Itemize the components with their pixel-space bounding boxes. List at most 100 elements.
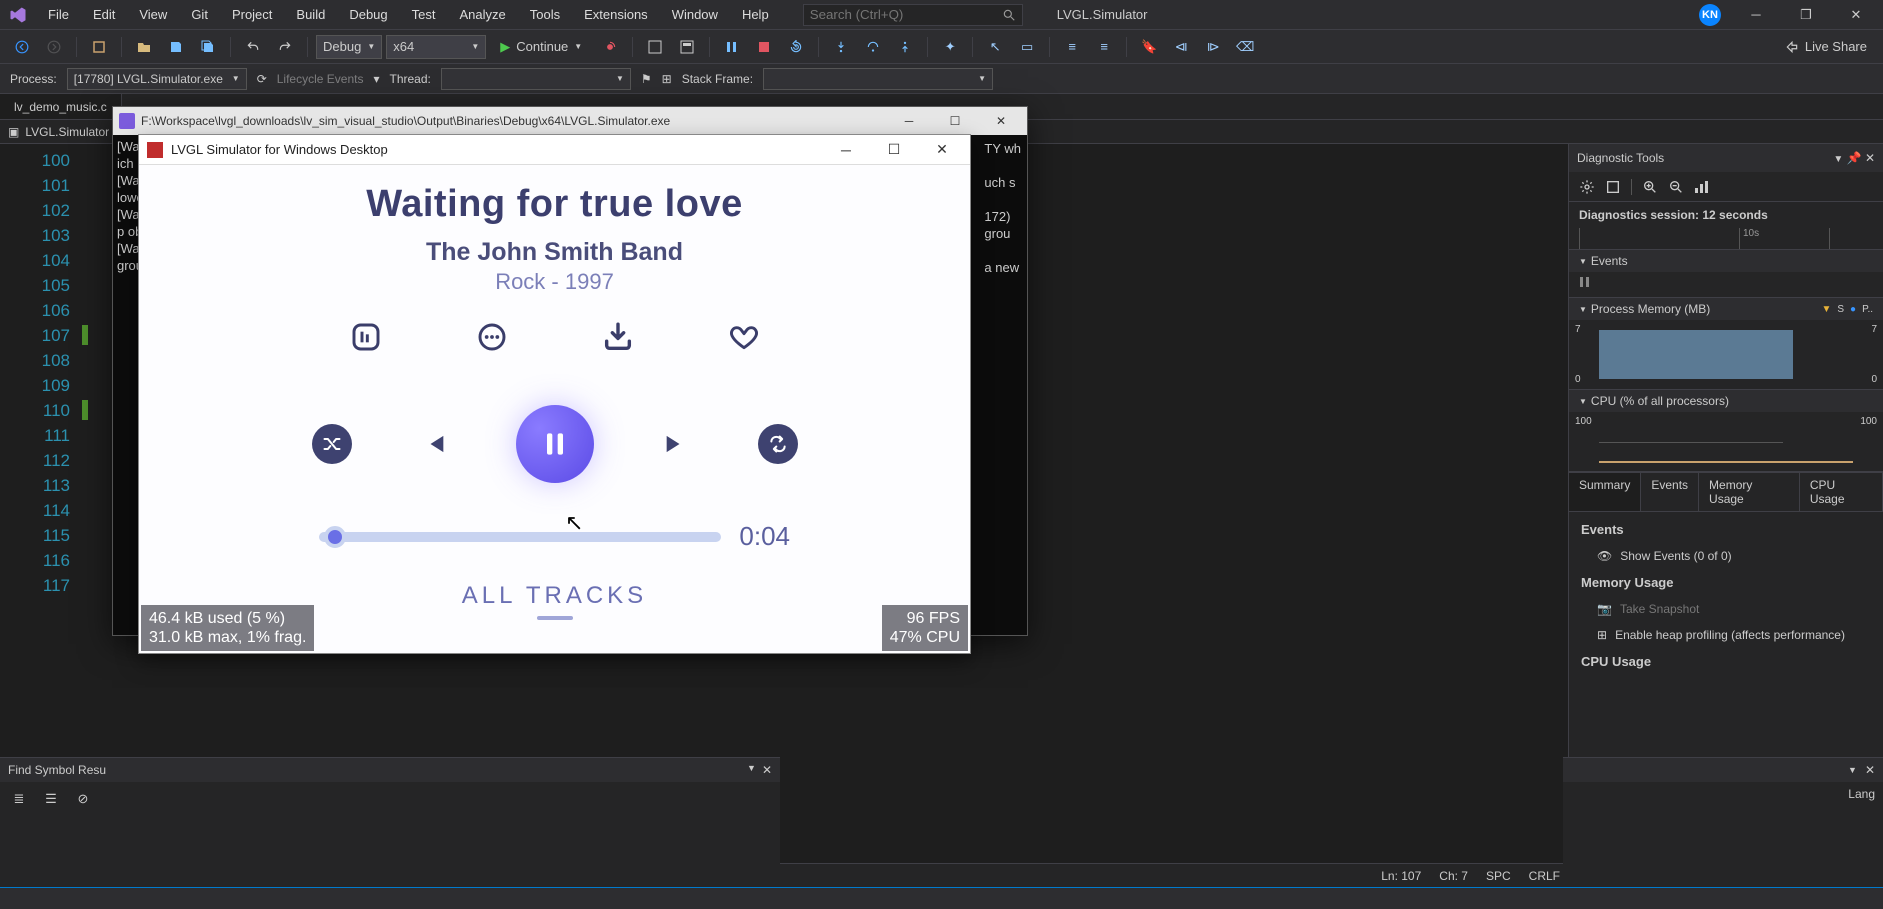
- shuffle-button[interactable]: [312, 424, 352, 464]
- menu-help[interactable]: Help: [732, 3, 779, 26]
- lifecycle-icon[interactable]: ⟳: [257, 72, 267, 86]
- diag-dropdown-icon[interactable]: ▼: [1833, 154, 1843, 165]
- console-minimize-icon[interactable]: ─: [889, 114, 929, 128]
- gear-icon[interactable]: [1579, 179, 1595, 195]
- list-clear-icon[interactable]: ⊘: [72, 788, 94, 810]
- zoom-out-icon[interactable]: [1668, 179, 1684, 195]
- hot-reload-icon[interactable]: [596, 33, 624, 61]
- window-minimize-icon[interactable]: ─: [1741, 4, 1771, 26]
- bookmark-clear-icon[interactable]: ⌫: [1231, 33, 1259, 61]
- quick-search-input[interactable]: [810, 7, 990, 22]
- diag-show-events[interactable]: 👁 Show Events (0 of 0): [1569, 543, 1883, 569]
- window-close-icon[interactable]: ✕: [1841, 4, 1871, 26]
- browser-link-icon[interactable]: [673, 33, 701, 61]
- console-titlebar[interactable]: F:\Workspace\lvgl_downloads\lv_sim_visua…: [113, 107, 1027, 135]
- lang-close-icon[interactable]: ✕: [1865, 763, 1875, 777]
- undo-icon[interactable]: [239, 33, 267, 61]
- list-tree-icon[interactable]: ≣: [8, 788, 30, 810]
- indent-right-icon[interactable]: ≡: [1090, 33, 1118, 61]
- diag-tab-cpu[interactable]: CPU Usage: [1800, 473, 1883, 511]
- menu-build[interactable]: Build: [286, 3, 335, 26]
- progress-slider[interactable]: [319, 532, 721, 542]
- lvgl-app-window[interactable]: LVGL Simulator for Windows Desktop ─ ☐ ✕…: [138, 134, 971, 654]
- heart-icon[interactable]: [726, 319, 762, 355]
- step-over-icon[interactable]: [859, 33, 887, 61]
- equalizer-icon[interactable]: [348, 319, 384, 355]
- step-out-icon[interactable]: [891, 33, 919, 61]
- step-into-icon[interactable]: [827, 33, 855, 61]
- menu-analyze[interactable]: Analyze: [449, 3, 515, 26]
- app-maximize-icon[interactable]: ☐: [874, 141, 914, 158]
- app-close-icon[interactable]: ✕: [922, 141, 962, 158]
- console-maximize-icon[interactable]: ☐: [935, 114, 975, 128]
- menu-project[interactable]: Project: [222, 3, 282, 26]
- prev-track-button[interactable]: [412, 422, 456, 466]
- diag-tab-events[interactable]: Events: [1641, 473, 1699, 511]
- continue-button[interactable]: ▶ Continue ▼: [490, 35, 592, 59]
- menu-view[interactable]: View: [129, 3, 177, 26]
- diag-mem-head[interactable]: ▼Process Memory (MB) ▼S ●P..: [1569, 298, 1883, 320]
- tool-misc-icon[interactable]: ✦: [936, 33, 964, 61]
- diag-enable-heap[interactable]: ⊞ Enable heap profiling (affects perform…: [1569, 622, 1883, 648]
- process-combo[interactable]: [17780] LVGL.Simulator.exe ▼: [67, 68, 247, 90]
- tab-active[interactable]: lv_demo_music.c: [0, 94, 122, 119]
- cursor-select-icon[interactable]: ↖: [981, 33, 1009, 61]
- user-avatar[interactable]: KN: [1699, 4, 1721, 26]
- open-folder-icon[interactable]: [130, 33, 158, 61]
- bookmark-next-icon[interactable]: ⧐: [1199, 33, 1227, 61]
- platform-combo[interactable]: x64▼: [386, 35, 486, 59]
- panel-dropdown-icon[interactable]: ▼: [747, 763, 756, 777]
- new-item-icon[interactable]: [85, 33, 113, 61]
- stackframe-combo[interactable]: ▼: [763, 68, 993, 90]
- bookmark-icon[interactable]: 🔖: [1135, 33, 1163, 61]
- next-track-button[interactable]: [654, 422, 698, 466]
- thread-tool-icon[interactable]: ⚑: [641, 72, 652, 86]
- chart-type-icon[interactable]: [1694, 179, 1710, 195]
- window-restore-icon[interactable]: ❐: [1791, 4, 1821, 26]
- list-flat-icon[interactable]: ☰: [40, 788, 62, 810]
- app-titlebar[interactable]: LVGL Simulator for Windows Desktop ─ ☐ ✕: [139, 135, 970, 165]
- play-pause-button[interactable]: [516, 405, 594, 483]
- download-icon[interactable]: [600, 319, 636, 355]
- menu-debug[interactable]: Debug: [339, 3, 397, 26]
- menu-test[interactable]: Test: [402, 3, 446, 26]
- chat-icon[interactable]: [474, 319, 510, 355]
- diag-events-head[interactable]: ▼Events: [1569, 250, 1883, 272]
- menu-git[interactable]: Git: [181, 3, 218, 26]
- redo-icon[interactable]: [271, 33, 299, 61]
- zoom-reset-icon[interactable]: [1605, 179, 1621, 195]
- repeat-button[interactable]: [758, 424, 798, 464]
- menu-window[interactable]: Window: [662, 3, 728, 26]
- thread-combo[interactable]: ▼: [441, 68, 631, 90]
- config-combo[interactable]: Debug▼: [316, 35, 382, 59]
- diag-tab-summary[interactable]: Summary: [1569, 473, 1641, 511]
- nav-fwd-icon[interactable]: [40, 33, 68, 61]
- diag-close-icon[interactable]: ✕: [1865, 151, 1875, 165]
- save-icon[interactable]: [162, 33, 190, 61]
- pause-icon[interactable]: [718, 33, 746, 61]
- diag-timeline[interactable]: 10s: [1569, 228, 1883, 250]
- indent-left-icon[interactable]: ≡: [1058, 33, 1086, 61]
- toolbox-icon[interactable]: ▭: [1013, 33, 1041, 61]
- diag-cpu-chart[interactable]: 100 100: [1569, 412, 1883, 472]
- menu-tools[interactable]: Tools: [520, 3, 570, 26]
- diag-tab-memory[interactable]: Memory Usage: [1699, 473, 1800, 511]
- diag-cpu-head[interactable]: ▼CPU (% of all processors): [1569, 390, 1883, 412]
- diag-mem-chart[interactable]: 7 7 0 0: [1569, 320, 1883, 390]
- restart-icon[interactable]: [782, 33, 810, 61]
- stop-icon[interactable]: [750, 33, 778, 61]
- save-all-icon[interactable]: [194, 33, 222, 61]
- menu-edit[interactable]: Edit: [83, 3, 125, 26]
- diag-pin-icon[interactable]: 📌: [1847, 151, 1862, 165]
- bookmark-prev-icon[interactable]: ⧏: [1167, 33, 1195, 61]
- breadcrumb-item[interactable]: LVGL.Simulator: [25, 125, 109, 139]
- console-close-icon[interactable]: ✕: [981, 114, 1021, 128]
- zoom-in-icon[interactable]: [1642, 179, 1658, 195]
- menu-file[interactable]: File: [38, 3, 79, 26]
- panel-close-icon[interactable]: ✕: [762, 763, 772, 777]
- lang-dropdown-icon[interactable]: ▼: [1848, 765, 1857, 775]
- app-minimize-icon[interactable]: ─: [826, 142, 866, 158]
- menu-extensions[interactable]: Extensions: [574, 3, 658, 26]
- quick-search[interactable]: [803, 4, 1023, 26]
- thread-tool2-icon[interactable]: ⊞: [662, 72, 672, 86]
